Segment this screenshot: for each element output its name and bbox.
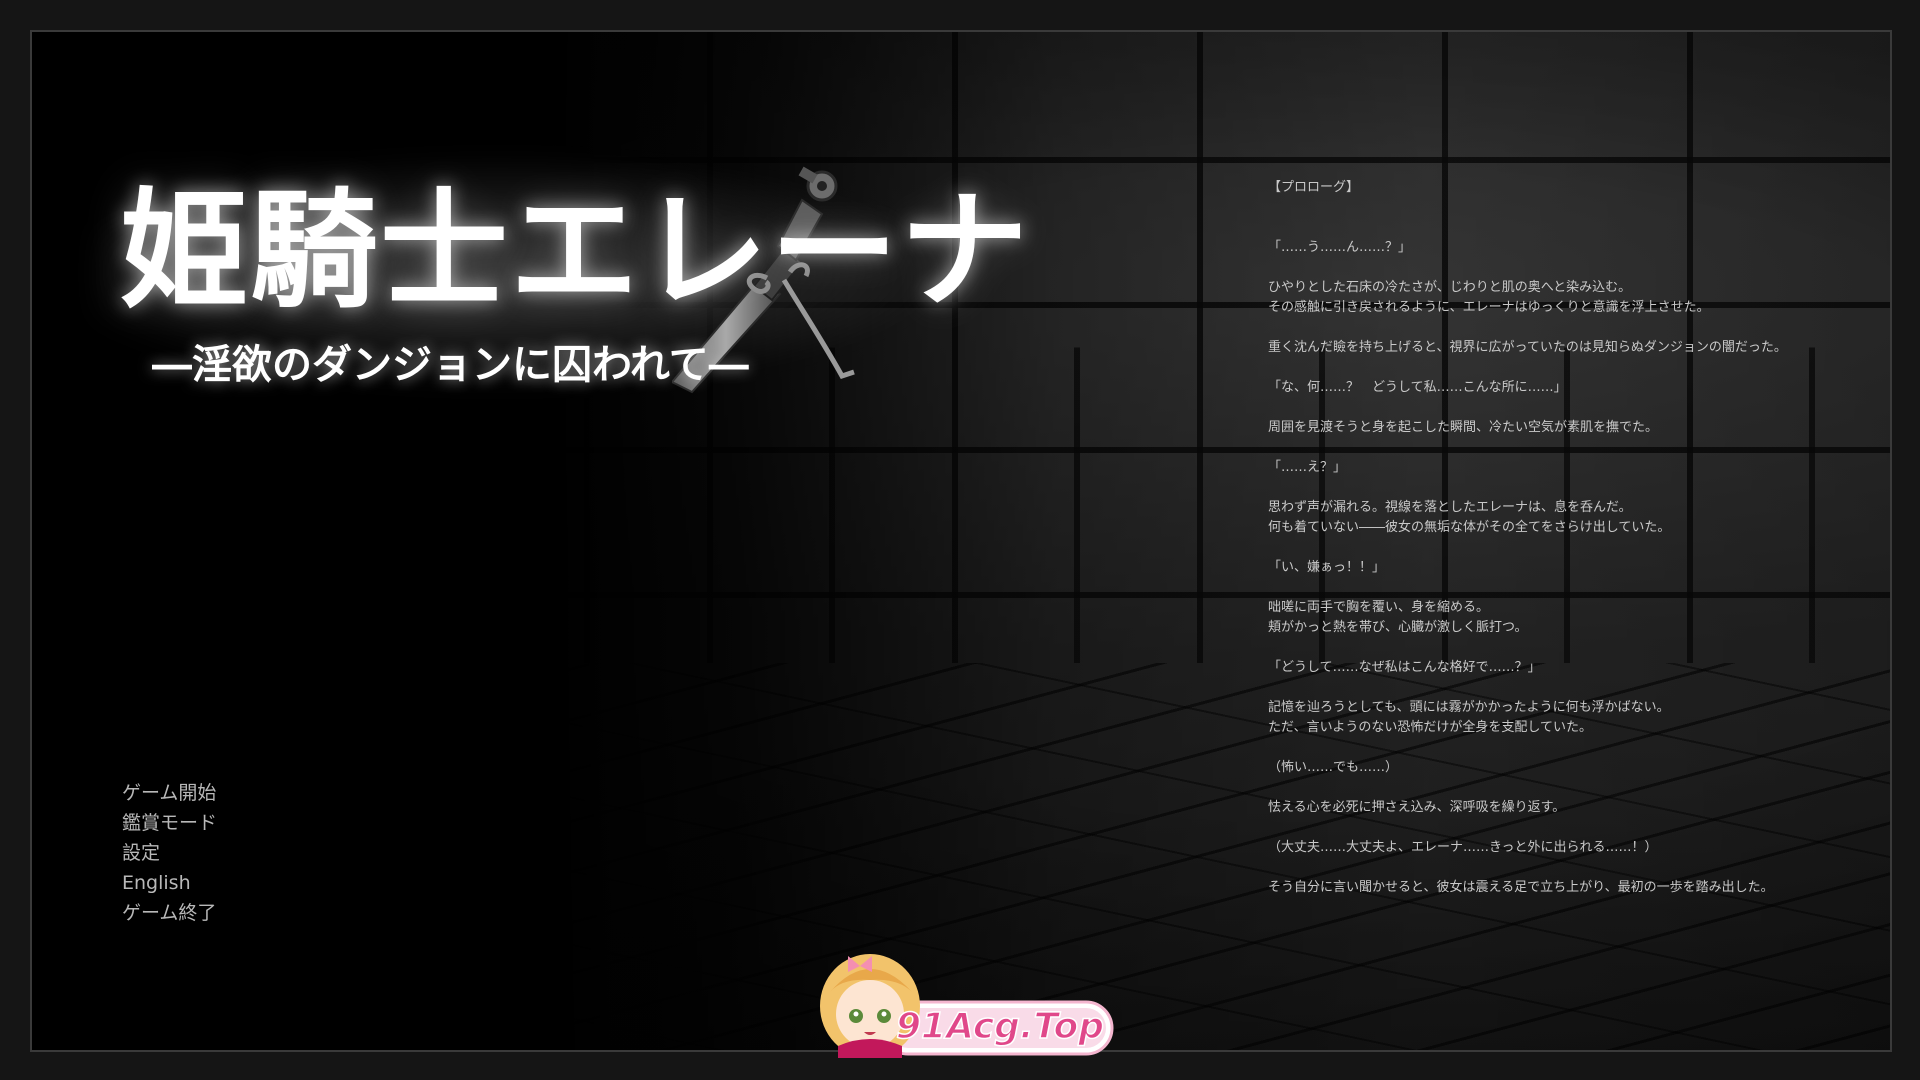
menu-item-gallery-mode[interactable]: 鑑賞モード (122, 808, 217, 838)
prologue-paragraph: 思わず声が漏れる。視線を落としたエレーナは、息を呑んだ。 何も着ていない――彼女… (1268, 500, 1671, 535)
prologue-paragraph: （大丈夫……大丈夫よ、エレーナ……きっと外に出られる……！） (1268, 840, 1658, 855)
title-menu: ゲーム開始 鑑賞モード 設定 English ゲーム終了 (122, 778, 217, 928)
watermark-text: 91Acg.Top (896, 1006, 1104, 1047)
prologue-paragraph: 「……え？」 (1268, 460, 1347, 475)
prologue-paragraph: 「どうして……なぜ私はこんな格好で……？」 (1268, 660, 1541, 675)
prologue-paragraph: 周囲を見渡そうと身を起こした瞬間、冷たい空気が素肌を撫でた。 (1268, 420, 1659, 435)
prologue-heading: 【プロローグ】 (1268, 180, 1360, 195)
menu-item-quit-game[interactable]: ゲーム終了 (122, 898, 217, 928)
menu-item-start-game[interactable]: ゲーム開始 (122, 778, 217, 808)
menu-item-english[interactable]: English (122, 868, 217, 898)
menu-item-settings[interactable]: 設定 (122, 838, 217, 868)
prologue-paragraph: ひやりとした石床の冷たさが、じわりと肌の奥へと染み込む。 その感触に引き戻される… (1268, 280, 1710, 315)
prologue-paragraph: （怖い……でも……） (1268, 760, 1399, 775)
prologue-paragraph: そう自分に言い聞かせると、彼女は震える足で立ち上がり、最初の一歩を踏み出した。 (1268, 880, 1774, 895)
prologue-paragraph: 重く沈んだ瞼を持ち上げると、視界に広がっていたのは見知らぬダンジョンの闇だった。 (1268, 340, 1787, 355)
prologue-paragraph: 咄嗟に両手で胸を覆い、身を縮める。 頬がかっと熱を帯び、心臓が激しく脈打つ。 (1268, 600, 1528, 635)
prologue-paragraph: 「……う……ん……？」 (1268, 240, 1412, 255)
prologue-paragraph: 「い、嫌ぁっ！！」 (1268, 560, 1386, 575)
game-screen: 姫騎士エレーナ ―淫欲のダンジョンに囚われて― ゲーム開始 鑑賞モード 設定 E… (30, 30, 1892, 1052)
game-subtitle: ―淫欲のダンジョンに囚われて― (152, 341, 749, 388)
game-title: 姫騎士エレーナ (120, 176, 1031, 326)
prologue-paragraph: 怯える心を必死に押さえ込み、深呼吸を繰り返す。 (1268, 800, 1566, 815)
site-watermark-logo: 91Acg.Top (820, 954, 1114, 1058)
prologue-text: 【プロローグ】 「……う……ん……？」 ひやりとした石床の冷たさが、じわりと肌の… (1268, 178, 1868, 918)
prologue-paragraph: 「な、何……？ どうして私……こんな所に……」 (1268, 380, 1567, 395)
prologue-paragraph: 記憶を辿ろうとしても、頭には霧がかかったように何も浮かばない。 ただ、言いようの… (1268, 700, 1670, 735)
